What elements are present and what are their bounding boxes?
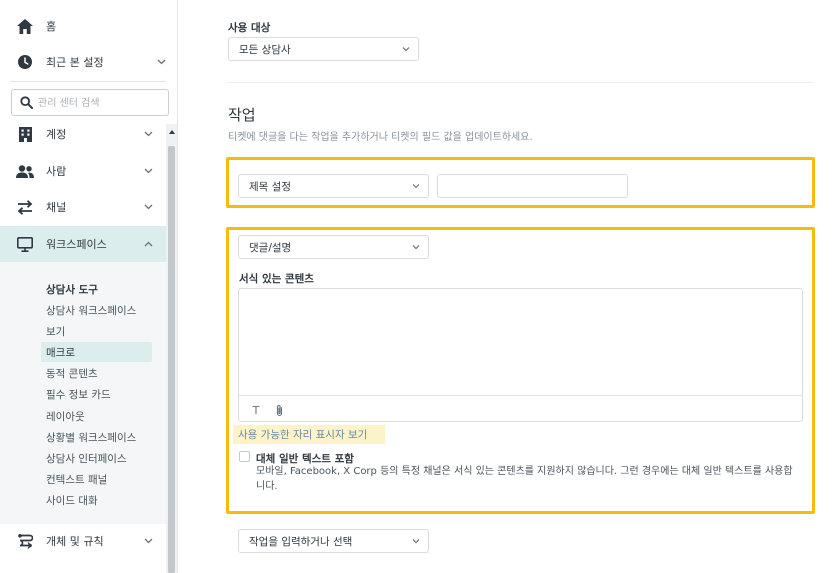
sidebar-item-channels[interactable]: 채널	[0, 189, 166, 225]
chevron-down-icon	[412, 183, 420, 191]
subnav-item-dynamic-content[interactable]: 동적 콘텐츠	[41, 363, 152, 383]
actions-title: 작업	[228, 106, 256, 124]
chevron-down-icon	[412, 538, 420, 546]
subnav-item-essentials-card[interactable]: 필수 정보 카드	[41, 384, 152, 404]
rich-content-editor[interactable]: T	[238, 288, 803, 422]
audience-label: 사용 대상	[228, 22, 271, 34]
clock-icon	[16, 53, 34, 71]
audience-select[interactable]: 모든 상담사	[228, 37, 419, 61]
subnav-item-side-conversations[interactable]: 사이드 대화	[41, 490, 152, 510]
editor-toolbar: T	[239, 395, 802, 422]
scroll-up-arrow-icon[interactable]	[168, 128, 175, 136]
chevron-down-icon[interactable]	[143, 129, 153, 139]
sidebar-item-home[interactable]: 홈	[0, 8, 166, 44]
subnav-item-agent-workspace[interactable]: 상담사 워크스페이스	[41, 300, 152, 320]
admin-sidebar: 홈 최근 본 설정 계정 사람	[0, 0, 178, 573]
sidebar-item-workspaces[interactable]: 워크스페이스	[0, 226, 166, 262]
chevron-down-icon[interactable]	[156, 57, 166, 67]
chevron-down-icon	[412, 244, 420, 252]
monitor-icon	[16, 235, 34, 253]
subnav-item-agent-interface[interactable]: 상담사 인터페이스	[41, 448, 152, 468]
action-type-value: 작업을 입력하거나 선택	[249, 535, 353, 548]
action-type-select-comment[interactable]: 댓글/설명	[238, 235, 429, 259]
chevron-down-icon[interactable]	[143, 166, 153, 176]
fallback-text-checkbox[interactable]	[239, 451, 250, 462]
actions-description: 티켓에 댓글을 다는 작업을 추가하거나 티켓의 필드 값을 업데이트하세요.	[228, 132, 533, 143]
chevron-down-icon[interactable]	[143, 202, 153, 212]
sidebar-item-objects-rules[interactable]: 개체 및 규칙	[0, 523, 166, 559]
audience-select-value: 모든 상담사	[239, 43, 291, 56]
sidebar-item-label: 워크스페이스	[46, 238, 107, 251]
sidebar-item-label: 개체 및 규칙	[46, 535, 104, 548]
chevron-up-icon[interactable]	[143, 239, 153, 249]
text-format-icon[interactable]: T	[249, 403, 263, 417]
section-divider	[227, 82, 814, 83]
view-placeholders-link[interactable]: 사용 가능한 자리 표시자 보기	[233, 425, 385, 444]
subnav-item-context-panel[interactable]: 컨텍스트 패널	[41, 469, 152, 489]
subnav-item-views[interactable]: 보기	[41, 321, 152, 341]
home-icon	[16, 17, 34, 35]
sidebar-item-recent-settings[interactable]: 최근 본 설정	[0, 44, 166, 80]
sidebar-item-label: 사람	[46, 165, 67, 178]
subnav-item-layouts[interactable]: 레이아웃	[41, 406, 152, 426]
sidebar-item-label: 계정	[46, 128, 67, 141]
subnav-heading-agent-tools: 상담사 도구	[46, 283, 98, 296]
sidebar-divider	[10, 81, 166, 82]
sidebar-item-label: 홈	[46, 20, 57, 33]
objects-rules-icon	[16, 532, 34, 550]
sidebar-item-label: 채널	[46, 201, 67, 214]
subnav-item-contextual-workspaces[interactable]: 상황별 워크스페이스	[41, 427, 152, 447]
attachment-icon[interactable]	[272, 403, 286, 417]
action-type-select-new[interactable]: 작업을 입력하거나 선택	[238, 529, 429, 553]
chevron-down-icon	[402, 46, 410, 54]
action-type-select-subject[interactable]: 제목 설정	[238, 174, 429, 198]
rich-content-label: 서식 있는 콘텐츠	[239, 273, 314, 285]
subnav-item-macros[interactable]: 매크로	[41, 342, 152, 362]
people-icon	[16, 162, 34, 180]
sidebar-item-people[interactable]: 사람	[0, 153, 166, 189]
scrollbar-thumb[interactable]	[168, 146, 175, 573]
search-input[interactable]	[38, 94, 164, 112]
subject-value-input[interactable]	[437, 174, 628, 198]
sidebar-item-label: 최근 본 설정	[46, 56, 104, 69]
sidebar-scrollbar[interactable]	[166, 124, 177, 573]
building-icon	[16, 125, 34, 143]
sidebar-item-account[interactable]: 계정	[0, 116, 166, 152]
workspaces-subnav: 상담사 도구 상담사 워크스페이스 보기 매크로 동적 콘텐츠 필수 정보 카드…	[0, 262, 166, 524]
arrows-icon	[16, 198, 34, 216]
admin-center-search[interactable]	[11, 89, 169, 116]
action-type-value: 제목 설정	[249, 180, 291, 193]
chevron-down-icon[interactable]	[143, 536, 153, 546]
action-type-value: 댓글/설명	[249, 241, 292, 254]
fallback-text-description: 모바일, Facebook, X Corp 등의 특정 채널은 서식 있는 콘텐…	[256, 466, 793, 492]
search-icon	[20, 96, 33, 109]
